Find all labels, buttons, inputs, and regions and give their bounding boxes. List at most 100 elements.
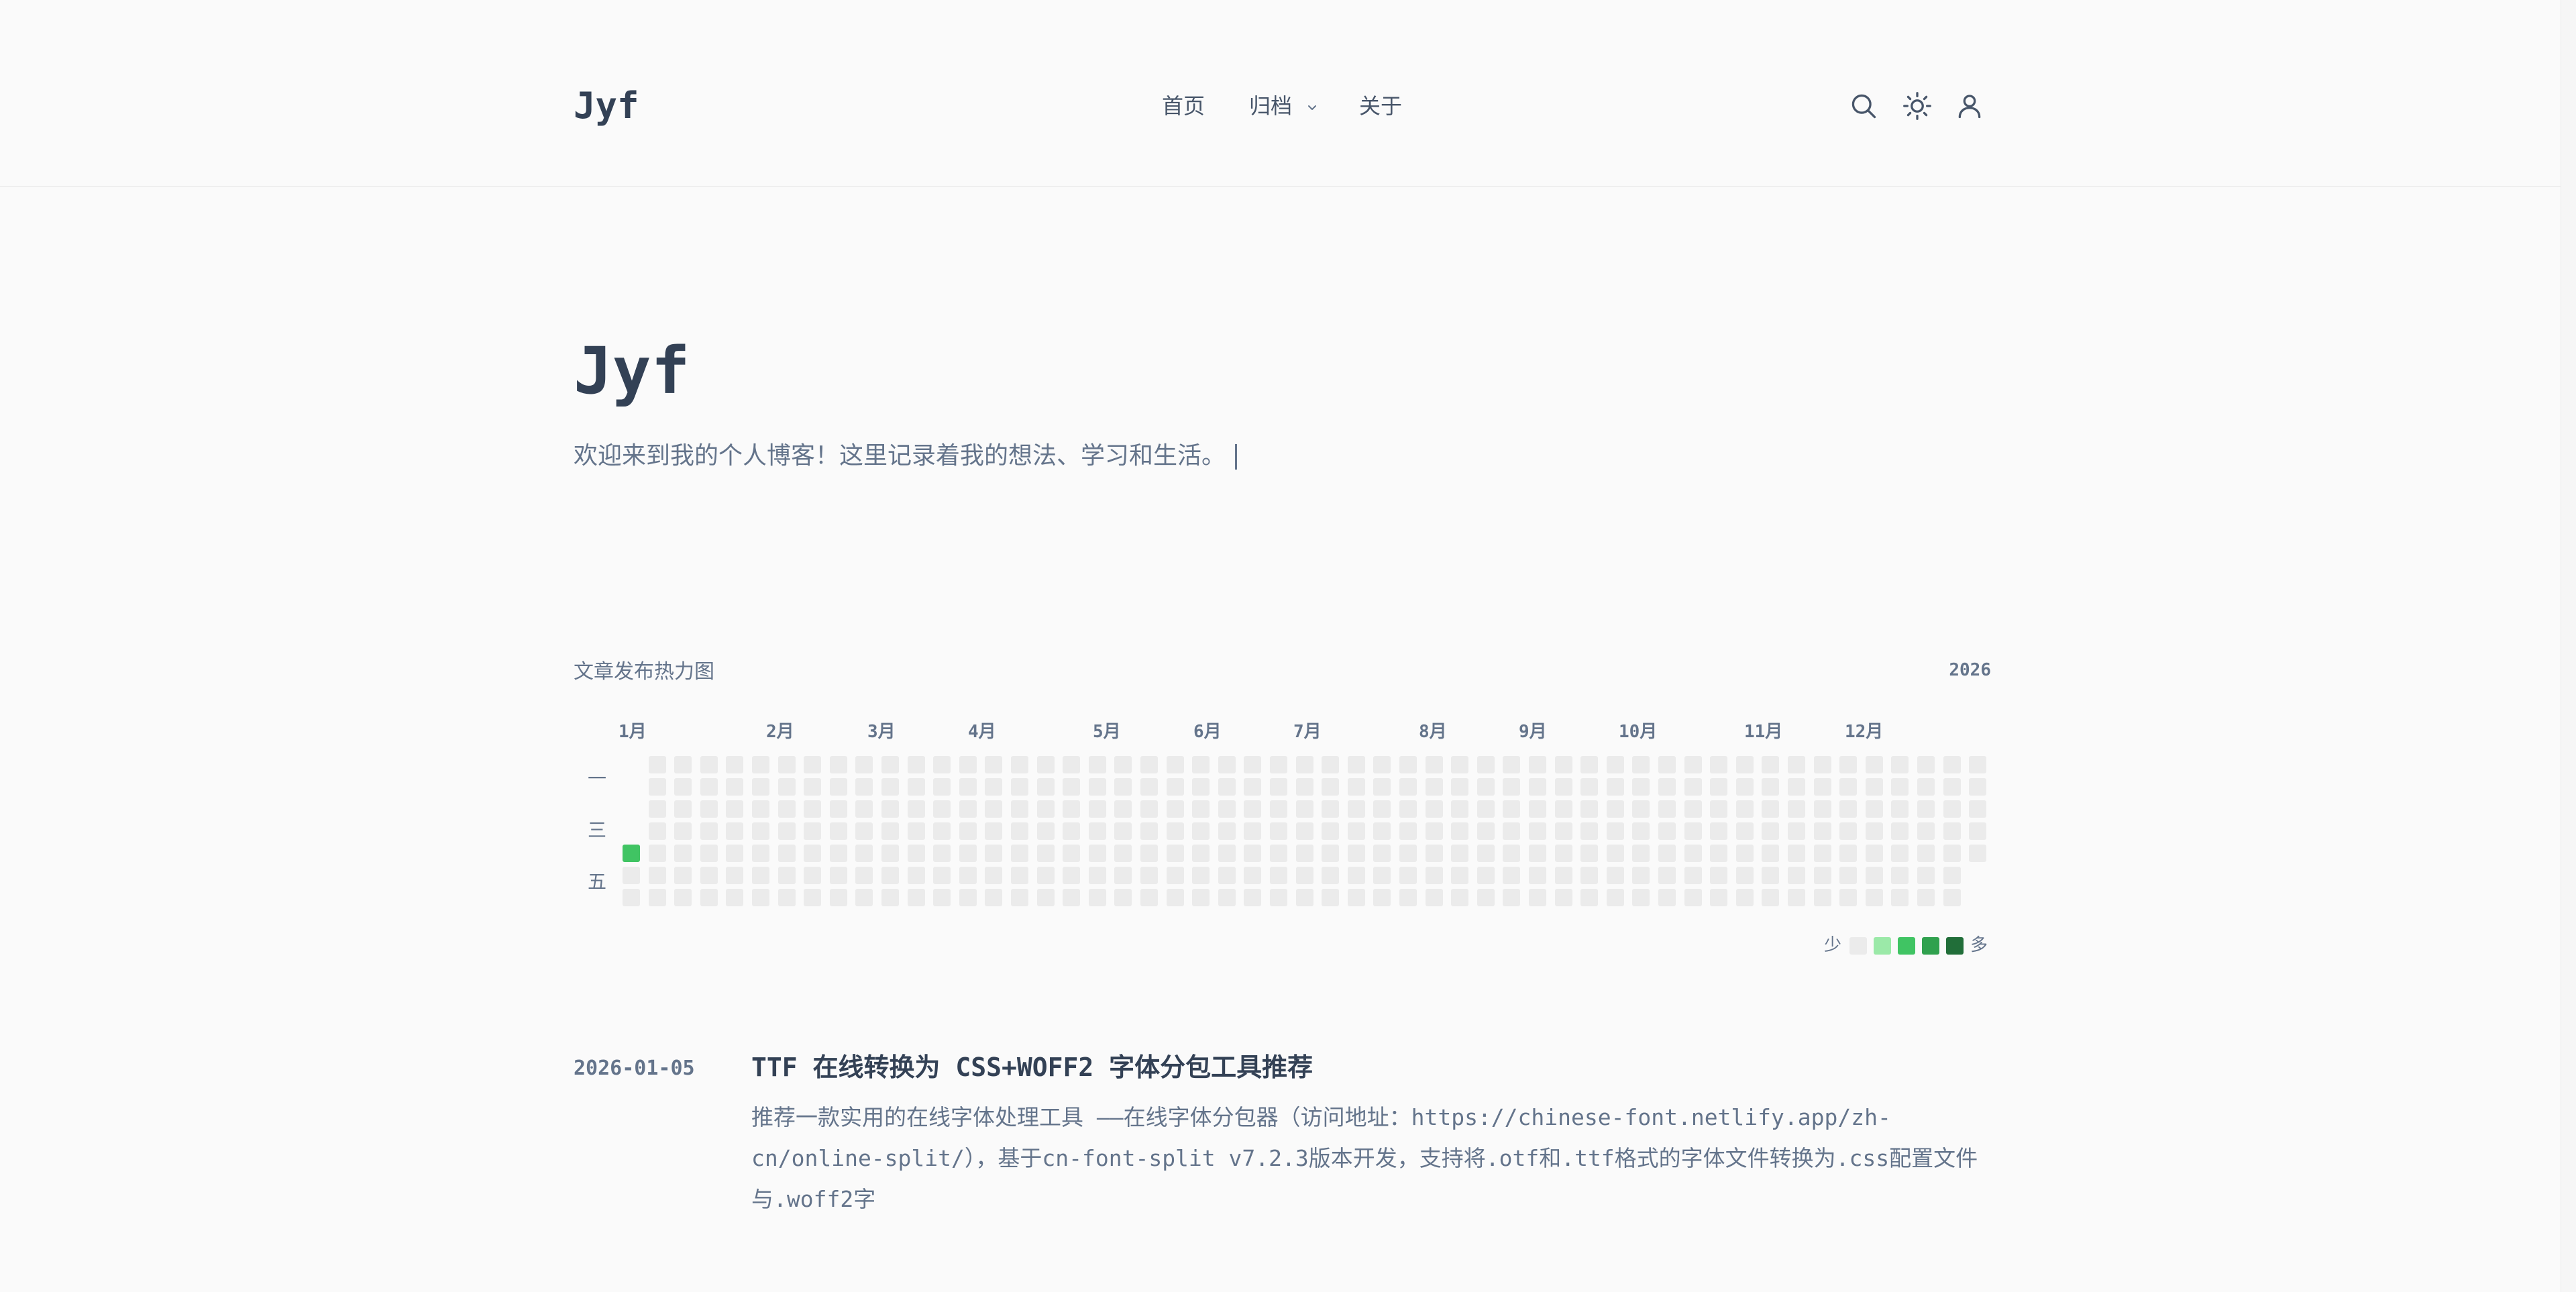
heatmap-cell[interactable] [1632,845,1650,862]
heatmap-cell[interactable] [700,867,718,884]
heatmap-cell[interactable] [1218,778,1236,796]
heatmap-cell[interactable] [985,822,1003,840]
heatmap-cell[interactable] [1658,867,1676,884]
heatmap-cell[interactable] [1063,867,1081,884]
heatmap-cell[interactable] [933,889,951,906]
heatmap-cell[interactable] [1063,845,1081,862]
heatmap-cell[interactable] [674,822,692,840]
heatmap-cell[interactable] [985,778,1003,796]
heatmap-cell[interactable] [1399,889,1417,906]
heatmap-cell[interactable] [777,845,796,862]
heatmap-cell[interactable] [1684,756,1702,773]
heatmap-cell[interactable] [1865,845,1883,862]
heatmap-cell[interactable] [1658,778,1676,796]
heatmap-cell[interactable] [1322,756,1340,773]
heatmap-cell[interactable] [726,889,744,906]
heatmap-cell[interactable] [907,889,925,906]
heatmap-cell[interactable] [1270,800,1287,818]
heatmap-cell[interactable] [1166,778,1184,796]
heatmap-cell[interactable] [674,889,692,906]
sun-icon[interactable] [1902,91,1932,121]
heatmap-cell[interactable] [829,845,847,862]
heatmap-cell[interactable] [1192,845,1210,862]
heatmap-cell[interactable] [1813,756,1831,773]
heatmap-cell[interactable] [1425,778,1443,796]
heatmap-cell[interactable] [1503,867,1521,884]
heatmap-cell[interactable] [1813,800,1831,818]
heatmap-cell[interactable] [959,822,977,840]
heatmap-cell[interactable] [1166,800,1184,818]
heatmap-cell[interactable] [1788,800,1805,818]
heatmap-cell[interactable] [1270,845,1287,862]
heatmap-cell[interactable] [1088,800,1106,818]
heatmap-cell[interactable] [1373,778,1391,796]
heatmap-cell[interactable] [1943,867,1961,884]
heatmap-cell[interactable] [1632,889,1650,906]
heatmap-cell[interactable] [1244,845,1262,862]
heatmap-cell[interactable] [1322,800,1340,818]
heatmap-cell[interactable] [1451,845,1469,862]
heatmap-cell[interactable] [1166,867,1184,884]
heatmap-cell[interactable] [1684,845,1702,862]
heatmap-cell[interactable] [1839,845,1858,862]
heatmap-cell[interactable] [1063,800,1081,818]
heatmap-cell[interactable] [907,822,925,840]
heatmap-cell[interactable] [1270,756,1287,773]
heatmap-cell[interactable] [881,889,899,906]
heatmap-cell[interactable] [933,778,951,796]
heatmap-cell[interactable] [1114,845,1132,862]
heatmap-cell[interactable] [1295,845,1313,862]
heatmap-cell[interactable] [1451,778,1469,796]
heatmap-cell[interactable] [1735,889,1754,906]
heatmap-cell[interactable] [1762,867,1780,884]
heatmap-cell[interactable] [1943,889,1961,906]
heatmap-cell[interactable] [648,867,666,884]
heatmap-cell[interactable] [1917,867,1935,884]
heatmap-cell[interactable] [726,778,744,796]
heatmap-cell[interactable] [1192,800,1210,818]
heatmap-cell[interactable] [1632,822,1650,840]
heatmap-cell[interactable] [1554,889,1572,906]
heatmap-cell[interactable] [1295,756,1313,773]
heatmap-cell[interactable] [1658,889,1676,906]
heatmap-cell[interactable] [1735,800,1754,818]
heatmap-cell[interactable] [777,756,796,773]
heatmap-cell[interactable] [1114,800,1132,818]
scrollbar-thumb[interactable] [2561,0,2576,1292]
heatmap-cell[interactable] [1632,756,1650,773]
site-logo[interactable]: Jyf [574,85,639,127]
heatmap-cell[interactable] [1684,822,1702,840]
heatmap-cell[interactable] [1891,822,1909,840]
heatmap-cell[interactable] [1554,778,1572,796]
heatmap-cell[interactable] [1710,867,1728,884]
nav-home[interactable]: 首页 [1162,93,1205,119]
heatmap-cell[interactable] [1451,756,1469,773]
heatmap-cell[interactable] [1399,800,1417,818]
heatmap-cell[interactable] [804,800,822,818]
heatmap-cell[interactable] [1658,800,1676,818]
heatmap-cell[interactable] [881,800,899,818]
heatmap-cell[interactable] [726,845,744,862]
heatmap-cell[interactable] [1943,822,1961,840]
heatmap-cell[interactable] [1011,889,1028,906]
heatmap-cell[interactable] [933,822,951,840]
heatmap-cell[interactable] [1036,867,1055,884]
heatmap-cell[interactable] [1503,845,1521,862]
heatmap-cell[interactable] [804,845,822,862]
heatmap-cell[interactable] [1580,822,1599,840]
heatmap-cell[interactable] [959,800,977,818]
heatmap-cell[interactable] [1192,778,1210,796]
heatmap-cell[interactable] [1606,889,1624,906]
heatmap-cell[interactable] [1451,889,1469,906]
heatmap-cell[interactable] [674,800,692,818]
heatmap-cell[interactable] [1606,845,1624,862]
heatmap-cell[interactable] [1166,889,1184,906]
heatmap-cell[interactable] [985,867,1003,884]
heatmap-cell[interactable] [1373,756,1391,773]
heatmap-cell[interactable] [1632,800,1650,818]
heatmap-cell[interactable] [1477,778,1495,796]
heatmap-cell[interactable] [1063,756,1081,773]
heatmap-cell[interactable] [1399,845,1417,862]
heatmap-cell[interactable] [1011,778,1028,796]
heatmap-cell[interactable] [1425,889,1443,906]
